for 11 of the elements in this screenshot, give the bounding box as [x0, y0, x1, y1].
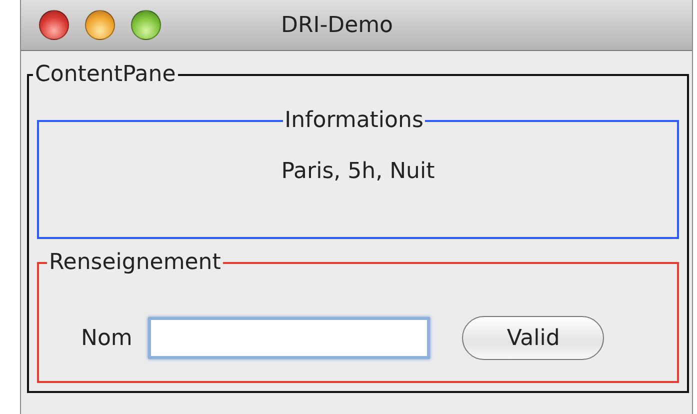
- panel-title: Renseignement: [48, 251, 222, 276]
- info-text: Paris, 5h, Nuit: [280, 159, 436, 184]
- panel-title: Informations: [284, 109, 424, 134]
- minimize-button[interactable]: [85, 10, 115, 40]
- name-field[interactable]: [148, 317, 430, 360]
- valid-button[interactable]: Valid: [462, 316, 604, 360]
- zoom-button[interactable]: [131, 10, 161, 40]
- content-pane-title: ContentPane: [34, 63, 177, 88]
- name-label: Nom: [81, 326, 132, 351]
- window-title: DRI-Demo: [281, 12, 394, 38]
- close-button[interactable]: [39, 10, 69, 40]
